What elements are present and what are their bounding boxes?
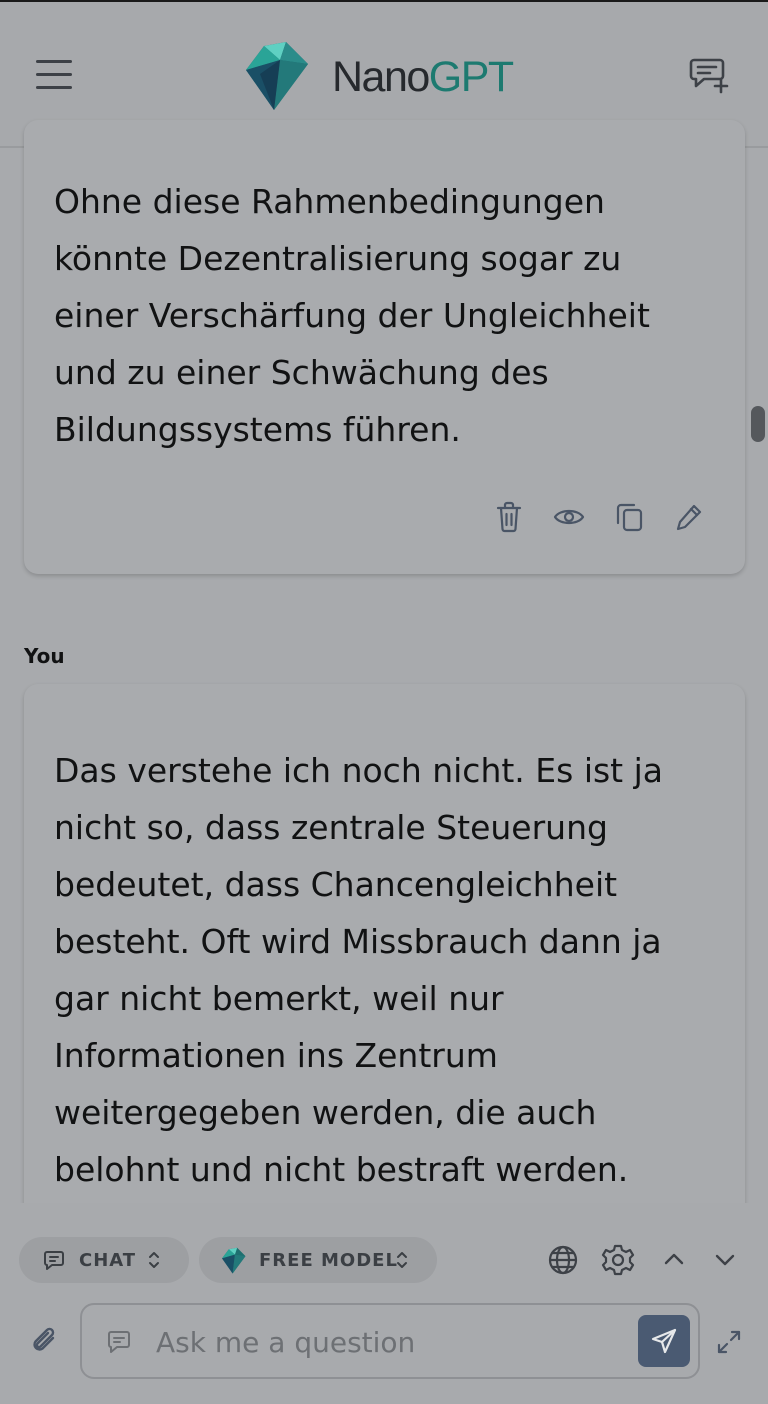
user-message-text: Das verstehe ich noch nicht. Es ist ja n… <box>54 751 664 1189</box>
chevron-up-down-icon <box>397 1252 407 1268</box>
chevron-up-icon <box>664 1253 684 1265</box>
brand-nano: Nano <box>332 53 430 101</box>
chat-icon <box>44 1251 64 1270</box>
copy-icon <box>616 503 643 532</box>
edit-icon <box>676 504 702 531</box>
expand-input-button[interactable] <box>714 1327 744 1357</box>
mode-selector[interactable]: CHAT <box>19 1237 189 1283</box>
model-selector[interactable]: FREE MODEL <box>199 1237 437 1283</box>
settings-button[interactable] <box>601 1243 635 1277</box>
nanogpt-logo[interactable]: NanoGPT <box>238 40 528 116</box>
message-actions <box>494 500 734 540</box>
chevron-up-down-icon <box>149 1252 159 1268</box>
eye-icon <box>553 509 585 525</box>
hamburger-icon <box>36 60 72 63</box>
scroll-down-button[interactable] <box>708 1243 742 1277</box>
chat-bubble-icon <box>108 1331 130 1353</box>
message-author-label: You <box>24 644 65 668</box>
globe-icon <box>548 1245 578 1275</box>
view-button[interactable] <box>552 500 586 534</box>
message-input[interactable] <box>154 1319 628 1365</box>
attach-button[interactable] <box>28 1323 62 1357</box>
edit-button[interactable] <box>674 500 704 534</box>
menu-button[interactable] <box>36 60 74 90</box>
message-input-box[interactable] <box>80 1303 700 1379</box>
expand-icon <box>717 1330 741 1354</box>
model-label: FREE MODEL <box>259 1250 398 1271</box>
copy-button[interactable] <box>614 500 644 534</box>
scrollbar-thumb[interactable] <box>751 406 765 442</box>
send-button[interactable] <box>638 1315 690 1367</box>
brand-gpt: GPT <box>428 53 514 101</box>
assistant-message-text: Ohne diese Rahmenbedingungen könnte Deze… <box>54 182 650 449</box>
user-message-card: Das verstehe ich noch nicht. Es ist ja n… <box>24 684 745 1284</box>
assistant-message-card: Ohne diese Rahmenbedingungen könnte Deze… <box>24 120 745 574</box>
new-chat-icon <box>689 58 729 94</box>
chevron-down-icon <box>715 1254 735 1266</box>
delete-button[interactable] <box>494 500 524 534</box>
mode-label: CHAT <box>79 1250 137 1271</box>
brand-name: NanoGPT <box>332 50 514 104</box>
scroll-up-button[interactable] <box>657 1243 691 1277</box>
trash-icon <box>496 501 522 533</box>
diamond-model-icon <box>222 1247 246 1274</box>
composer-area: CHAT FREE MODEL <box>0 1203 768 1404</box>
gear-icon <box>601 1244 635 1276</box>
diamond-logo-icon <box>246 42 308 110</box>
paperclip-icon <box>33 1327 55 1351</box>
new-chat-button[interactable] <box>688 56 730 96</box>
web-search-button[interactable] <box>546 1243 580 1277</box>
send-icon <box>651 1328 677 1354</box>
